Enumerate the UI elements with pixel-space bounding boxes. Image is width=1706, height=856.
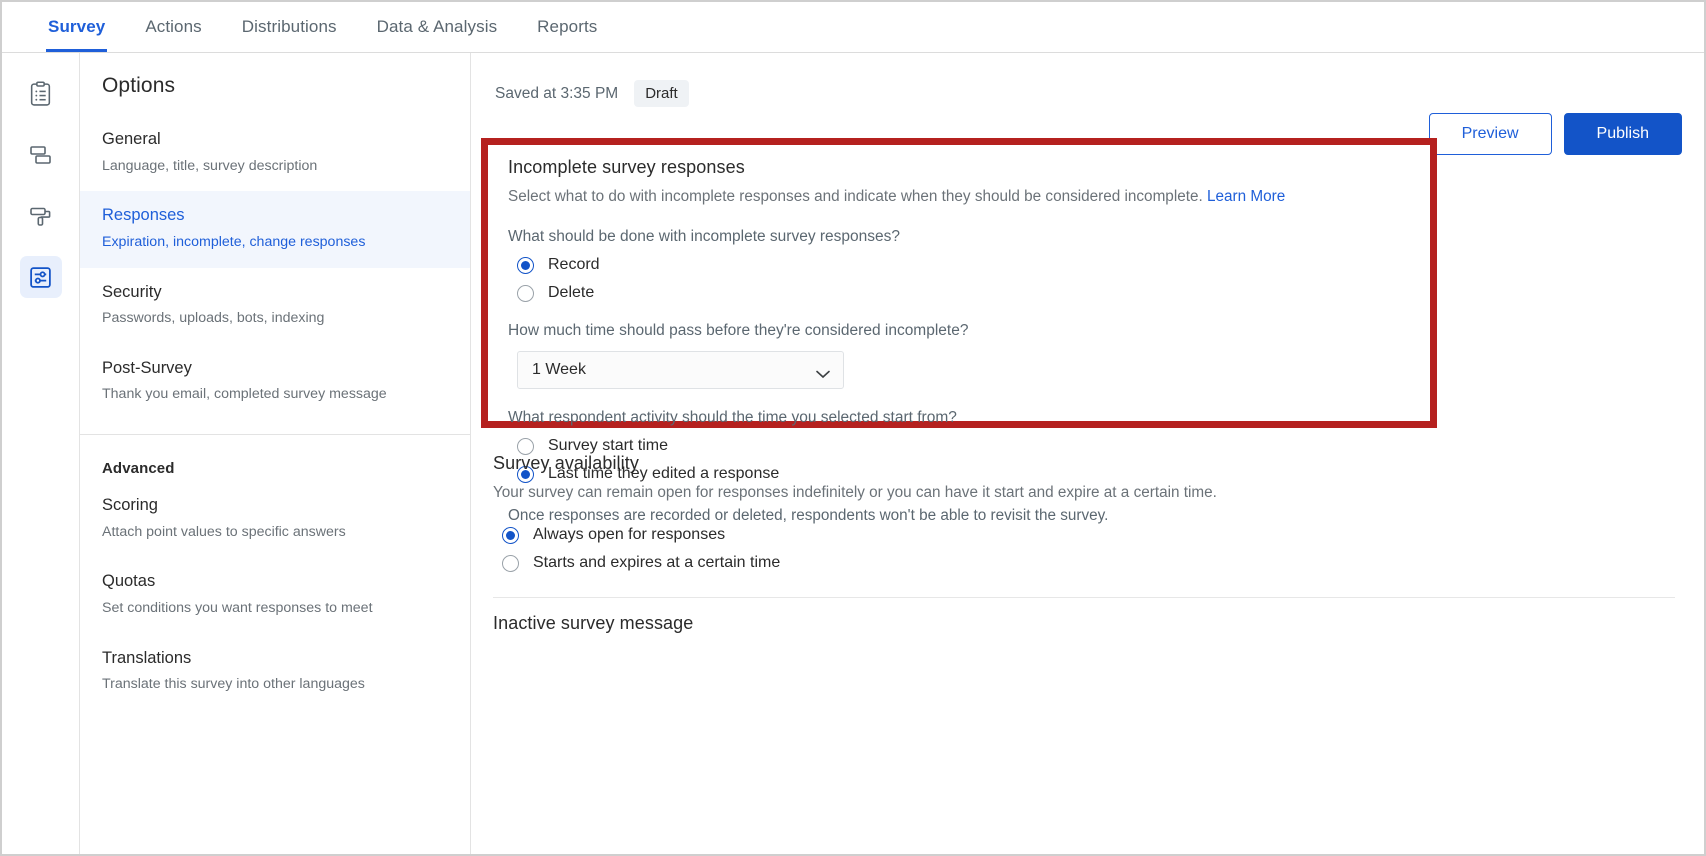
options-sidebar: Options General Language, title, survey … [80,53,471,854]
availability-section-title: Survey availability [493,453,639,473]
sidebar-item-quotas-name: Quotas [102,572,156,591]
radio-option-record[interactable]: Record [508,256,1410,274]
chevron-down-icon [816,366,830,379]
incomplete-section-title: Incomplete survey responses [508,157,745,177]
tab-actions[interactable]: Actions [125,17,221,52]
saved-timestamp: Saved at 3:35 PM [495,84,619,102]
radio-always-open-icon[interactable] [502,526,519,544]
sidebar-item-security[interactable]: Security Passwords, uploads, bots, index… [80,268,470,344]
tab-survey-label: Survey [48,17,106,36]
rail-item-survey-flow[interactable] [20,134,62,176]
tab-data-analysis-label: Data & Analysis [376,17,498,36]
tab-survey[interactable]: Survey [28,17,125,52]
radio-option-delete[interactable]: Delete [508,284,1410,302]
rail-item-look-and-feel[interactable] [20,195,62,237]
incomplete-survey-responses-highlight: Incomplete survey responses Select what … [481,138,1437,524]
sidebar-item-responses-desc: Expiration, incomplete, change responses [102,233,366,250]
incomplete-question-3: What respondent activity should the time… [508,409,957,427]
radio-option-starts-expires[interactable]: Starts and expires at a certain time [493,554,1433,572]
tab-reports-label: Reports [537,17,598,36]
incomplete-question-2: How much time should pass before they're… [508,322,969,340]
status-badge: Draft [634,80,689,107]
sidebar-item-scoring-name: Scoring [102,496,158,515]
radio-always-open-label: Always open for responses [533,526,726,544]
sidebar-item-scoring[interactable]: Scoring Attach point values to specific … [80,481,470,557]
sidebar-item-post-survey-desc: Thank you email, completed survey messag… [102,386,387,403]
top-navigation-bar: Survey Actions Distributions Data & Anal… [2,2,1704,53]
radio-record-label: Record [548,256,600,274]
sidebar-item-responses-name: Responses [102,206,185,225]
sidebar-item-scoring-desc: Attach point values to specific answers [102,523,346,540]
radio-option-always-open[interactable]: Always open for responses [493,526,1433,544]
clipboard-survey-icon [28,81,53,107]
sidebar-item-responses[interactable]: Responses Expiration, incomplete, change… [80,191,470,268]
section-divider [493,597,1675,598]
publish-button[interactable]: Publish [1563,113,1682,155]
sidebar-item-general-desc: Language, title, survey description [102,157,318,174]
incomplete-time-select[interactable]: 1 Week [517,351,844,390]
incomplete-section-description: Select what to do with incomplete respon… [508,186,1388,208]
rail-item-options[interactable] [19,256,62,298]
sidebar-advanced-heading: Advanced [102,460,175,478]
survey-flow-icon [28,143,54,167]
radio-starts-expires-label: Starts and expires at a certain time [533,554,781,572]
action-buttons: Preview Publish [1428,113,1682,155]
sidebar-item-security-name: Security [102,282,162,301]
sidebar-item-security-desc: Passwords, uploads, bots, indexing [102,310,325,327]
sidebar-item-quotas[interactable]: Quotas Set conditions you want responses… [80,557,470,633]
preview-button[interactable]: Preview [1428,113,1552,155]
page-title: Options [102,74,176,97]
tab-distributions[interactable]: Distributions [222,17,357,52]
sidebar-item-translations[interactable]: Translations Translate this survey into … [80,634,470,710]
radio-delete-label: Delete [548,284,595,302]
tab-actions-label: Actions [145,17,202,36]
rail-item-survey[interactable] [20,73,62,115]
sidebar-item-quotas-desc: Set conditions you want responses to mee… [102,599,373,616]
sidebar-item-post-survey[interactable]: Post-Survey Thank you email, completed s… [80,344,470,420]
sidebar-item-translations-name: Translations [102,648,192,667]
sidebar-item-general[interactable]: General Language, title, survey descript… [80,115,470,191]
main-content: Saved at 3:35 PM Draft Preview Publish I… [471,53,1704,854]
availability-section-description: Your survey can remain open for response… [493,484,1217,501]
radio-record-icon[interactable] [517,256,534,274]
radio-starts-expires-icon[interactable] [502,554,519,572]
sidebar-item-translations-desc: Translate this survey into other languag… [102,676,365,693]
tab-reports[interactable]: Reports [517,17,617,52]
inactive-survey-message-title: Inactive survey message [493,613,694,633]
app-window: Survey Actions Distributions Data & Anal… [0,0,1706,856]
status-bar: Saved at 3:35 PM Draft [471,53,1704,115]
sidebar-item-general-name: General [102,130,161,148]
tab-data-analysis[interactable]: Data & Analysis [357,17,518,52]
paint-roller-look-feel-icon [28,204,54,229]
incomplete-question-1: What should be done with incomplete surv… [508,228,901,246]
tab-distributions-label: Distributions [241,17,337,36]
radio-delete-icon[interactable] [517,284,534,302]
survey-availability-section: Survey availability Your survey can rema… [493,453,1433,572]
incomplete-time-select-value: 1 Week [532,361,586,379]
sliders-options-icon [28,265,53,290]
incomplete-description-text: Select what to do with incomplete respon… [508,188,1203,205]
left-icon-rail [2,53,80,854]
learn-more-link[interactable]: Learn More [1207,188,1285,205]
sidebar-item-post-survey-name: Post-Survey [102,358,192,377]
